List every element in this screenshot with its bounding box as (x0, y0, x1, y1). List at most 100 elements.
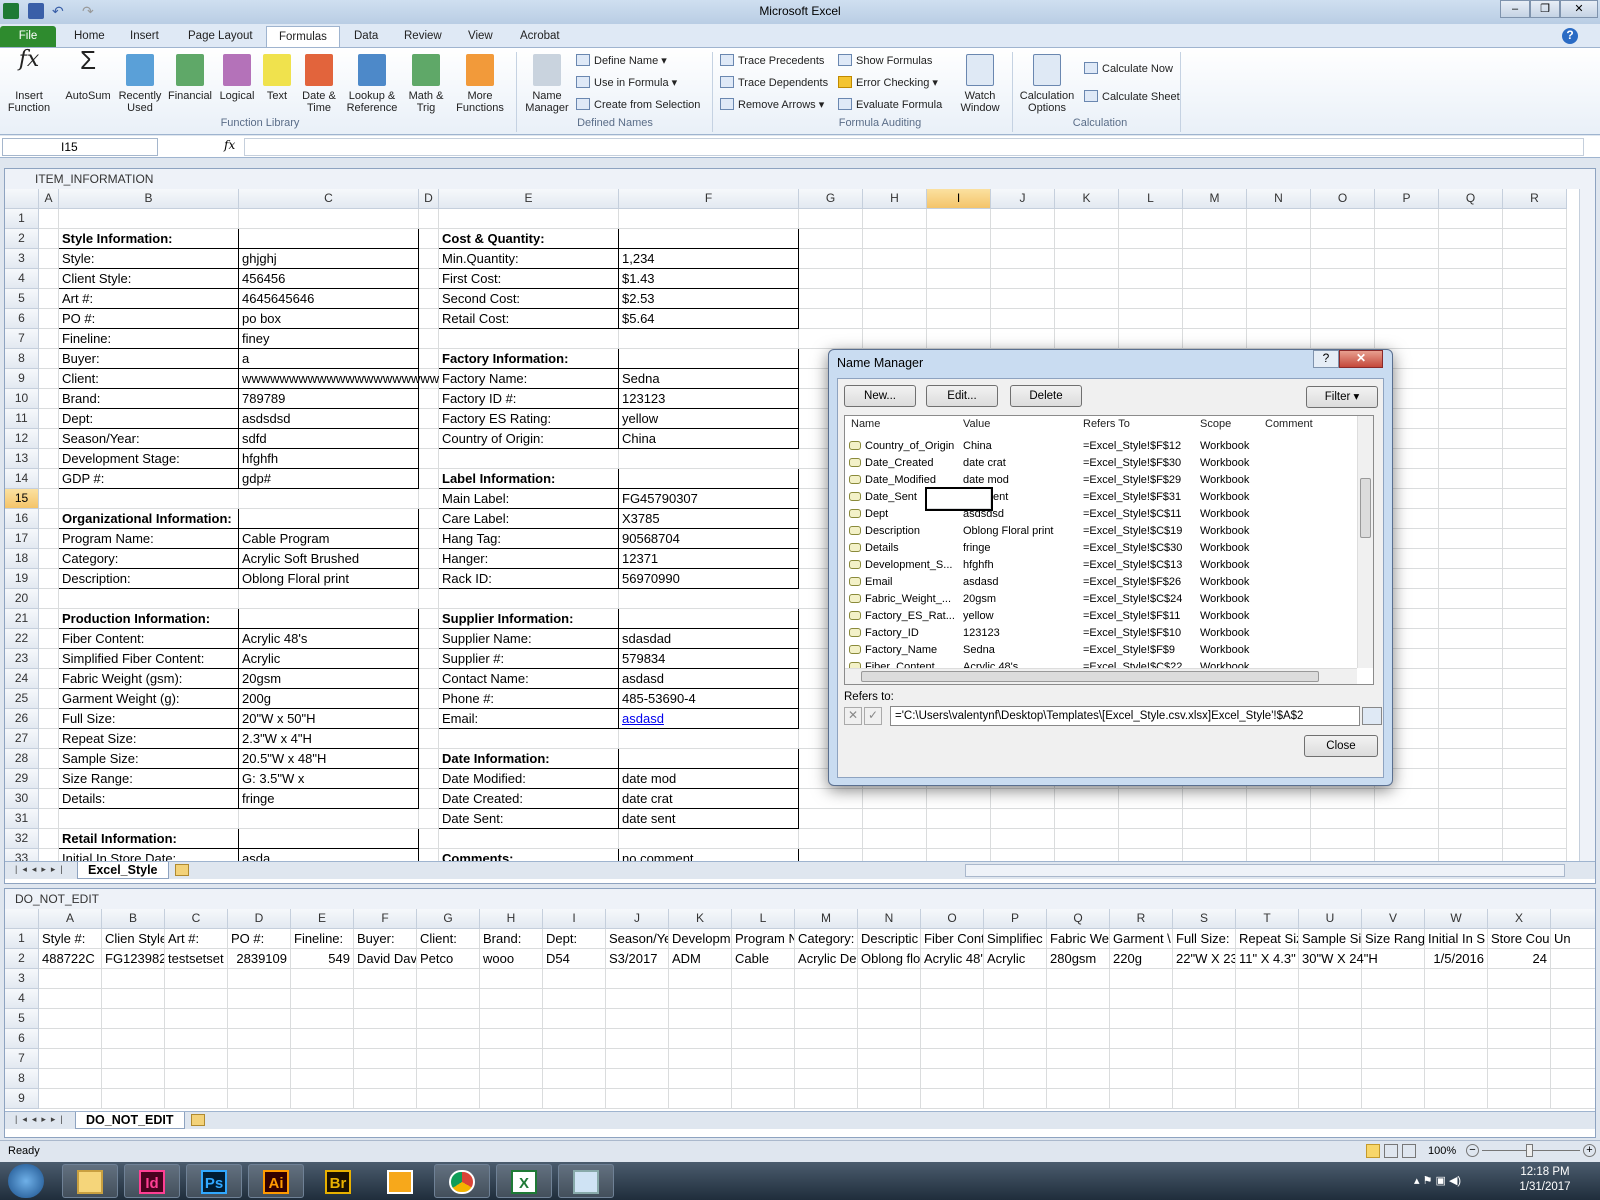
cell-E31[interactable]: Date Sent: (439, 809, 619, 829)
cell[interactable] (419, 469, 439, 489)
cell[interactable] (1375, 289, 1439, 309)
cell[interactable] (991, 249, 1055, 269)
remove-arrows-button[interactable]: Remove Arrows ▾ (720, 98, 824, 111)
row-header-6[interactable]: 6 (5, 309, 39, 329)
cell-E10[interactable]: Factory ID #: (439, 389, 619, 409)
cell-F1[interactable]: Buyer: (354, 929, 417, 949)
cell[interactable] (1488, 1089, 1551, 1109)
row-header-21[interactable]: 21 (5, 609, 39, 629)
cell[interactable] (1119, 269, 1183, 289)
cell-C7[interactable]: finey (239, 329, 419, 349)
cell-B12[interactable]: Season/Year: (59, 429, 239, 449)
row-header-32[interactable]: 32 (5, 829, 39, 849)
cell[interactable] (1503, 749, 1567, 769)
cell[interactable] (480, 989, 543, 1009)
cell[interactable] (543, 969, 606, 989)
cell[interactable] (1110, 1029, 1173, 1049)
cell[interactable] (1425, 1049, 1488, 1069)
recently-used-button[interactable]: Recently Used (116, 54, 164, 114)
cell[interactable] (1375, 249, 1439, 269)
zoom-slider[interactable]: − + (1466, 1144, 1596, 1158)
row-header-31[interactable]: 31 (5, 809, 39, 829)
cell[interactable] (419, 789, 439, 809)
row-header-23[interactable]: 23 (5, 649, 39, 669)
row-header-11[interactable]: 11 (5, 409, 39, 429)
text-button[interactable]: Text (262, 54, 292, 102)
cell[interactable] (991, 289, 1055, 309)
cell[interactable] (102, 1049, 165, 1069)
worksheet-grid[interactable]: A B C D E F G H I J K L M N O P Q R S T U V W X 1 Style #: Clien S… (5, 909, 1595, 1111)
taskbar-indesign[interactable]: Id (124, 1164, 180, 1198)
trace-precedents-button[interactable]: Trace Precedents (720, 54, 824, 67)
cell-B25[interactable]: Garment Weight (g): (59, 689, 239, 709)
cell[interactable] (39, 609, 59, 629)
cell[interactable] (858, 969, 921, 989)
name-list-row[interactable]: Development_S... hfghfh =Excel_Style!$C$13… (845, 557, 1357, 574)
cell[interactable] (619, 229, 799, 249)
cell-F26[interactable]: asdasd (619, 709, 799, 729)
cell[interactable] (228, 989, 291, 1009)
cell[interactable] (1183, 309, 1247, 329)
cell[interactable] (1311, 849, 1375, 861)
cell[interactable] (1375, 809, 1439, 829)
cell[interactable] (1488, 989, 1551, 1009)
cell[interactable] (543, 1049, 606, 1069)
cell[interactable] (1110, 969, 1173, 989)
cell[interactable] (419, 429, 439, 449)
watch-window-button[interactable]: Watch Window (956, 54, 1004, 114)
cell-B18[interactable]: Category: (59, 549, 239, 569)
cell[interactable] (1551, 1029, 1595, 1049)
cell-E8[interactable]: Factory Information: (439, 349, 619, 369)
cell[interactable] (927, 289, 991, 309)
cell[interactable] (1503, 369, 1567, 389)
cell[interactable] (1551, 989, 1595, 1009)
cell[interactable] (1119, 209, 1183, 229)
cell[interactable] (1236, 1069, 1299, 1089)
select-all-corner[interactable] (5, 909, 39, 929)
cell-B21[interactable]: Production Information: (59, 609, 239, 629)
scroll-thumb[interactable] (1360, 478, 1371, 538)
cell[interactable] (291, 1029, 354, 1049)
cell-B9[interactable]: Client: (59, 369, 239, 389)
cell-B1[interactable]: Clien Style (102, 929, 165, 949)
cell[interactable] (1247, 849, 1311, 861)
cell[interactable] (732, 1089, 795, 1109)
cell[interactable] (39, 749, 59, 769)
taskbar-explorer[interactable] (62, 1164, 118, 1198)
cell-E28[interactable]: Date Information: (439, 749, 619, 769)
cell[interactable] (669, 1049, 732, 1069)
cell[interactable] (228, 969, 291, 989)
cell[interactable] (39, 529, 59, 549)
cell-B23[interactable]: Simplified Fiber Content: (59, 649, 239, 669)
row-header-9[interactable]: 9 (5, 1089, 39, 1109)
select-all-corner[interactable] (5, 189, 39, 209)
cell[interactable] (1503, 209, 1567, 229)
cell[interactable] (1110, 1069, 1173, 1089)
name-list-row[interactable]: Fabric_Weight_... 20gsm =Excel_Style!$C$24… (845, 591, 1357, 608)
row-header-3[interactable]: 3 (5, 249, 39, 269)
cell[interactable] (1311, 829, 1375, 849)
cell[interactable] (480, 1089, 543, 1109)
column-header-N[interactable]: N (858, 909, 921, 929)
name-list-row[interactable]: Email asdasd =Excel_Style!$F$26 Workbook (845, 574, 1357, 591)
cell[interactable] (1055, 269, 1119, 289)
cell[interactable] (991, 209, 1055, 229)
row-header-29[interactable]: 29 (5, 769, 39, 789)
cell[interactable] (799, 849, 863, 861)
cell[interactable] (1119, 329, 1183, 349)
cell[interactable] (1375, 229, 1439, 249)
cell[interactable] (543, 1009, 606, 1029)
cell[interactable] (669, 1029, 732, 1049)
cell[interactable] (1439, 709, 1503, 729)
column-header-W[interactable]: W (1425, 909, 1488, 929)
cell[interactable] (1503, 409, 1567, 429)
cell-B8[interactable]: Buyer: (59, 349, 239, 369)
cell[interactable] (921, 989, 984, 1009)
cell-E18[interactable]: Hanger: (439, 549, 619, 569)
cell[interactable] (1439, 769, 1503, 789)
cell-W1[interactable]: Initial In S (1425, 929, 1488, 949)
cell[interactable] (1047, 1089, 1110, 1109)
cell[interactable] (1375, 789, 1439, 809)
cell[interactable] (419, 769, 439, 789)
column-header-value[interactable]: Value (963, 418, 990, 430)
